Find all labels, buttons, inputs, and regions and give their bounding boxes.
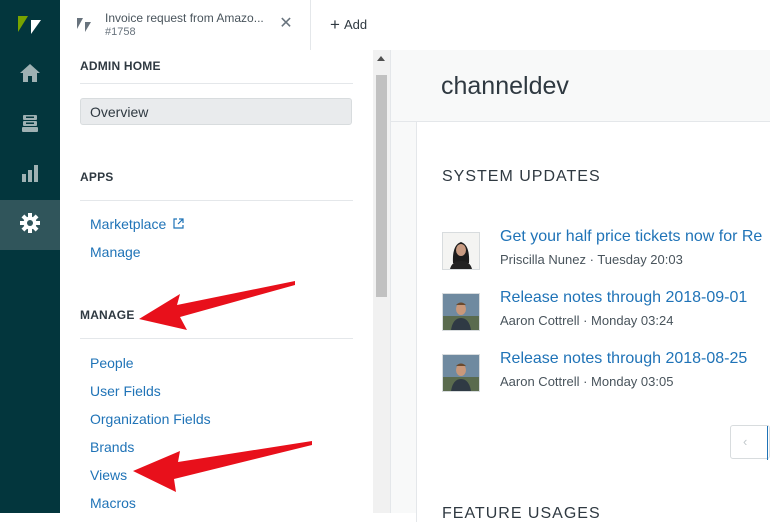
avatar <box>442 293 480 331</box>
sidebar-item-user-fields[interactable]: User Fields <box>90 383 161 399</box>
sidebar-item-organization-fields[interactable]: Organization Fields <box>90 411 211 427</box>
divider <box>80 200 353 201</box>
top-bar: Invoice request from Amazo... #1758 ✕ + A… <box>60 0 770 51</box>
add-button-label: Add <box>343 17 368 32</box>
admin-nav-button[interactable] <box>0 200 60 250</box>
zendesk-ticket-icon <box>76 17 94 38</box>
zendesk-logo-icon[interactable] <box>16 12 44 38</box>
pagination-prev-button[interactable]: ‹ <box>743 434 747 449</box>
scrollbar-thumb[interactable] <box>376 75 387 297</box>
reporting-nav-button[interactable] <box>0 150 60 200</box>
views-icon <box>20 113 40 138</box>
home-nav-button[interactable] <box>0 50 60 100</box>
admin-sidebar: ADMIN HOME Overview APPS Marketplace Man… <box>60 50 373 513</box>
sidebar-item-overview[interactable]: Overview <box>80 98 352 125</box>
avatar <box>442 232 480 270</box>
section-heading-manage: MANAGE <box>80 308 135 322</box>
update-title-link[interactable]: Release notes through 2018-08-25 <box>500 350 747 368</box>
avatar <box>442 354 480 392</box>
system-updates-card: SYSTEM UPDATES Get your half price ticke… <box>416 122 770 522</box>
external-link-icon <box>170 216 184 232</box>
update-title-link[interactable]: Get your half price tickets now for Re <box>500 228 762 246</box>
update-item: Release notes through 2018-08-25 Aaron C… <box>442 350 770 394</box>
update-meta: Aaron Cottrell · Monday 03:24 <box>500 313 674 328</box>
page-title: channeldev <box>441 72 569 100</box>
tab-title: Invoice request from Amazo... <box>105 11 264 25</box>
update-time: Tuesday 20:03 <box>597 252 683 267</box>
close-icon[interactable]: ✕ <box>278 14 294 34</box>
tab-ticket-number: #1758 <box>105 26 136 38</box>
section-heading-apps: APPS <box>80 170 114 184</box>
update-author: Aaron Cottrell <box>500 313 580 328</box>
sidebar-item-brands[interactable]: Brands <box>90 439 134 455</box>
page-header: channeldev <box>391 50 770 122</box>
section-heading-admin-home: ADMIN HOME <box>80 59 161 73</box>
product-rail <box>0 0 60 513</box>
sidebar-item-marketplace[interactable]: Marketplace <box>90 216 184 232</box>
sidebar-scrollbar[interactable] <box>373 50 390 513</box>
update-author: Aaron Cottrell <box>500 374 580 389</box>
home-icon <box>19 63 41 88</box>
feature-usages-title: FEATURE USAGES <box>442 505 601 522</box>
sidebar-item-macros[interactable]: Macros <box>90 495 136 511</box>
divider <box>80 83 353 84</box>
sidebar-item-label: Marketplace <box>90 216 167 232</box>
update-author: Priscilla Nunez <box>500 252 586 267</box>
views-nav-button[interactable] <box>0 100 60 150</box>
update-time: Monday 03:05 <box>591 374 674 389</box>
system-updates-title: SYSTEM UPDATES <box>442 168 601 185</box>
update-item: Release notes through 2018-09-01 Aaron C… <box>442 289 770 333</box>
sidebar-item-people[interactable]: People <box>90 355 134 371</box>
reporting-icon <box>20 163 40 188</box>
update-meta: Priscilla Nunez · Tuesday 20:03 <box>500 252 683 267</box>
divider <box>80 338 353 339</box>
update-meta: Aaron Cottrell · Monday 03:05 <box>500 374 674 389</box>
gear-icon <box>19 212 41 239</box>
plus-icon: + <box>330 15 340 34</box>
update-time: Monday 03:24 <box>591 313 674 328</box>
update-title-link[interactable]: Release notes through 2018-09-01 <box>500 289 747 307</box>
ticket-tab[interactable]: Invoice request from Amazo... #1758 ✕ <box>60 0 311 50</box>
add-button[interactable]: + Add <box>330 14 367 36</box>
update-item: Get your half price tickets now for Re P… <box>442 228 770 272</box>
sidebar-item-manage[interactable]: Manage <box>90 244 141 260</box>
scroll-up-arrow-icon[interactable] <box>377 56 385 61</box>
main-content: channeldev SYSTEM UPDATES Get your half … <box>390 50 770 522</box>
sidebar-item-views[interactable]: Views <box>90 467 127 483</box>
pagination: ‹ <box>730 425 770 460</box>
